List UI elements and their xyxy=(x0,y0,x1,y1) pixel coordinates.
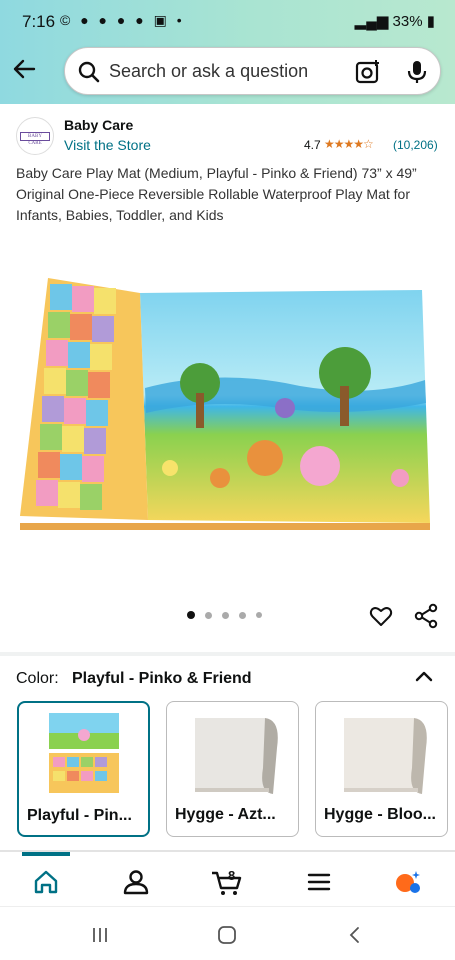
battery-text: 33% xyxy=(392,13,423,30)
search-icon xyxy=(78,61,100,83)
rufus-icon[interactable] xyxy=(394,868,422,896)
color-swatch-playful[interactable]: Playful - Pin... xyxy=(17,701,150,837)
swatch-image xyxy=(195,718,278,794)
carousel-dot[interactable] xyxy=(222,611,229,619)
status-time: 7:16 xyxy=(22,12,56,31)
back-button[interactable] xyxy=(10,55,38,83)
notification-icons: © ● ● ● ● ▣ • xyxy=(60,12,185,28)
brand-logo[interactable]: BABY CARE xyxy=(16,117,54,155)
visit-store-link[interactable]: Visit the Store xyxy=(64,137,151,153)
microphone-icon[interactable] xyxy=(405,59,429,85)
cart-icon[interactable]: 8 xyxy=(210,868,244,896)
menu-icon[interactable] xyxy=(305,868,333,896)
carousel-dots[interactable] xyxy=(187,611,262,619)
rating-value[interactable]: 4.7 xyxy=(304,138,321,152)
camera-search-icon[interactable] xyxy=(355,59,381,85)
share-icon[interactable] xyxy=(414,603,438,629)
chevron-up-icon[interactable] xyxy=(414,667,434,687)
back-arrow-icon xyxy=(13,59,36,79)
bottom-nav: 8 xyxy=(0,856,455,906)
carousel-dot[interactable] xyxy=(239,611,246,619)
search-placeholder: Search or ask a question xyxy=(109,61,309,81)
color-swatch-hygge-bloom[interactable]: Hygge - Bloo... xyxy=(315,701,448,837)
recent-apps-icon[interactable] xyxy=(90,925,110,945)
swatch-label: Hygge - Bloo... xyxy=(324,806,436,823)
back-nav-icon[interactable] xyxy=(345,925,365,945)
heart-icon[interactable] xyxy=(369,604,393,628)
rating-stars[interactable]: ★★★★☆ xyxy=(324,137,374,151)
search-input[interactable]: Search or ask a question xyxy=(64,47,441,95)
battery-indicator: ▂▄▆ 33% ▮ xyxy=(355,12,435,30)
section-divider xyxy=(0,652,455,656)
product-image[interactable] xyxy=(20,268,435,530)
brand-name[interactable]: Baby Care xyxy=(64,117,133,133)
system-nav-bar xyxy=(0,906,455,960)
swatch-label: Hygge - Azt... xyxy=(175,806,276,823)
signal-icon: ▂▄▆ xyxy=(354,13,393,30)
home-icon[interactable] xyxy=(32,868,60,896)
swatch-image xyxy=(49,713,119,793)
swatch-image xyxy=(344,718,427,794)
product-title: Baby Care Play Mat (Medium, Playful - Pi… xyxy=(16,165,417,223)
carousel-dot[interactable] xyxy=(205,611,212,619)
account-icon[interactable] xyxy=(122,868,150,896)
cart-count: 8 xyxy=(228,868,235,883)
color-label: Color: xyxy=(16,670,59,687)
home-button-icon[interactable] xyxy=(217,925,237,945)
color-selected-value: Playful - Pinko & Friend xyxy=(72,670,252,687)
carousel-dot[interactable] xyxy=(187,611,195,619)
battery-icon: ▮ xyxy=(422,13,435,30)
status-bar: 7:16 © ● ● ● ● ▣ • ▂▄▆ 33% ▮ xyxy=(0,0,455,40)
carousel-dot[interactable] xyxy=(256,612,262,618)
color-swatch-hygge-aztec[interactable]: Hygge - Azt... xyxy=(166,701,299,837)
swatch-label: Playful - Pin... xyxy=(27,807,132,824)
brand-logo-text: BABY CARE xyxy=(20,131,50,146)
rating-count-link[interactable]: (10,206) xyxy=(393,138,438,152)
